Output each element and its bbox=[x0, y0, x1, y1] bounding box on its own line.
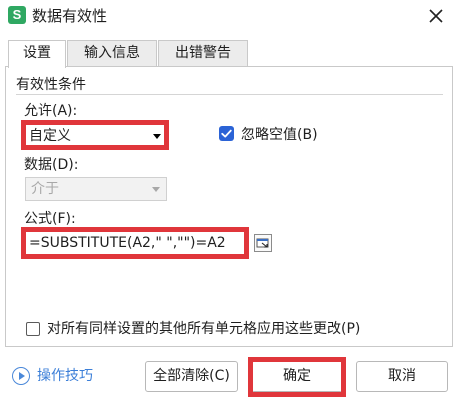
chevron-down-icon bbox=[152, 187, 160, 192]
close-button[interactable] bbox=[420, 2, 452, 30]
formula-label: 公式(F): bbox=[24, 211, 76, 227]
chevron-down-icon bbox=[153, 134, 161, 139]
collapse-range-icon bbox=[256, 238, 269, 248]
window-title: 数据有效性 bbox=[32, 7, 108, 25]
formula-input[interactable]: =SUBSTITUTE(A2," ","")=A2 bbox=[25, 230, 246, 256]
tab-input-message[interactable]: 输入信息 bbox=[67, 40, 157, 66]
cancel-button[interactable]: 取消 bbox=[356, 361, 448, 392]
group-divider bbox=[16, 94, 443, 95]
ok-button[interactable]: 确定 bbox=[251, 361, 343, 392]
play-tips-icon[interactable] bbox=[12, 367, 30, 385]
tab-error-alert[interactable]: 出错警告 bbox=[158, 40, 248, 66]
checkmark-icon bbox=[221, 129, 232, 138]
tab-settings[interactable]: 设置 bbox=[8, 40, 66, 68]
data-select[interactable]: 介于 bbox=[25, 177, 167, 201]
tips-link[interactable]: 操作技巧 bbox=[37, 367, 93, 385]
ignore-blank-checkbox[interactable] bbox=[219, 126, 234, 141]
data-select-value: 介于 bbox=[31, 181, 59, 197]
apply-to-all-label[interactable]: 对所有同样设置的其他所有单元格应用这些更改(P) bbox=[47, 320, 360, 338]
app-icon: S bbox=[8, 6, 26, 24]
allow-select[interactable]: 自定义 bbox=[25, 124, 166, 148]
clear-all-button[interactable]: 全部清除(C) bbox=[145, 361, 238, 392]
ignore-blank-label[interactable]: 忽略空值(B) bbox=[241, 126, 318, 144]
allow-label: 允许(A): bbox=[24, 103, 78, 119]
close-icon bbox=[429, 9, 443, 23]
data-label: 数据(D): bbox=[24, 157, 79, 173]
allow-select-value: 自定义 bbox=[29, 128, 71, 144]
validation-criteria-heading: 有效性条件 bbox=[16, 77, 86, 93]
range-select-button[interactable] bbox=[254, 234, 272, 252]
apply-to-all-checkbox[interactable] bbox=[26, 322, 40, 336]
